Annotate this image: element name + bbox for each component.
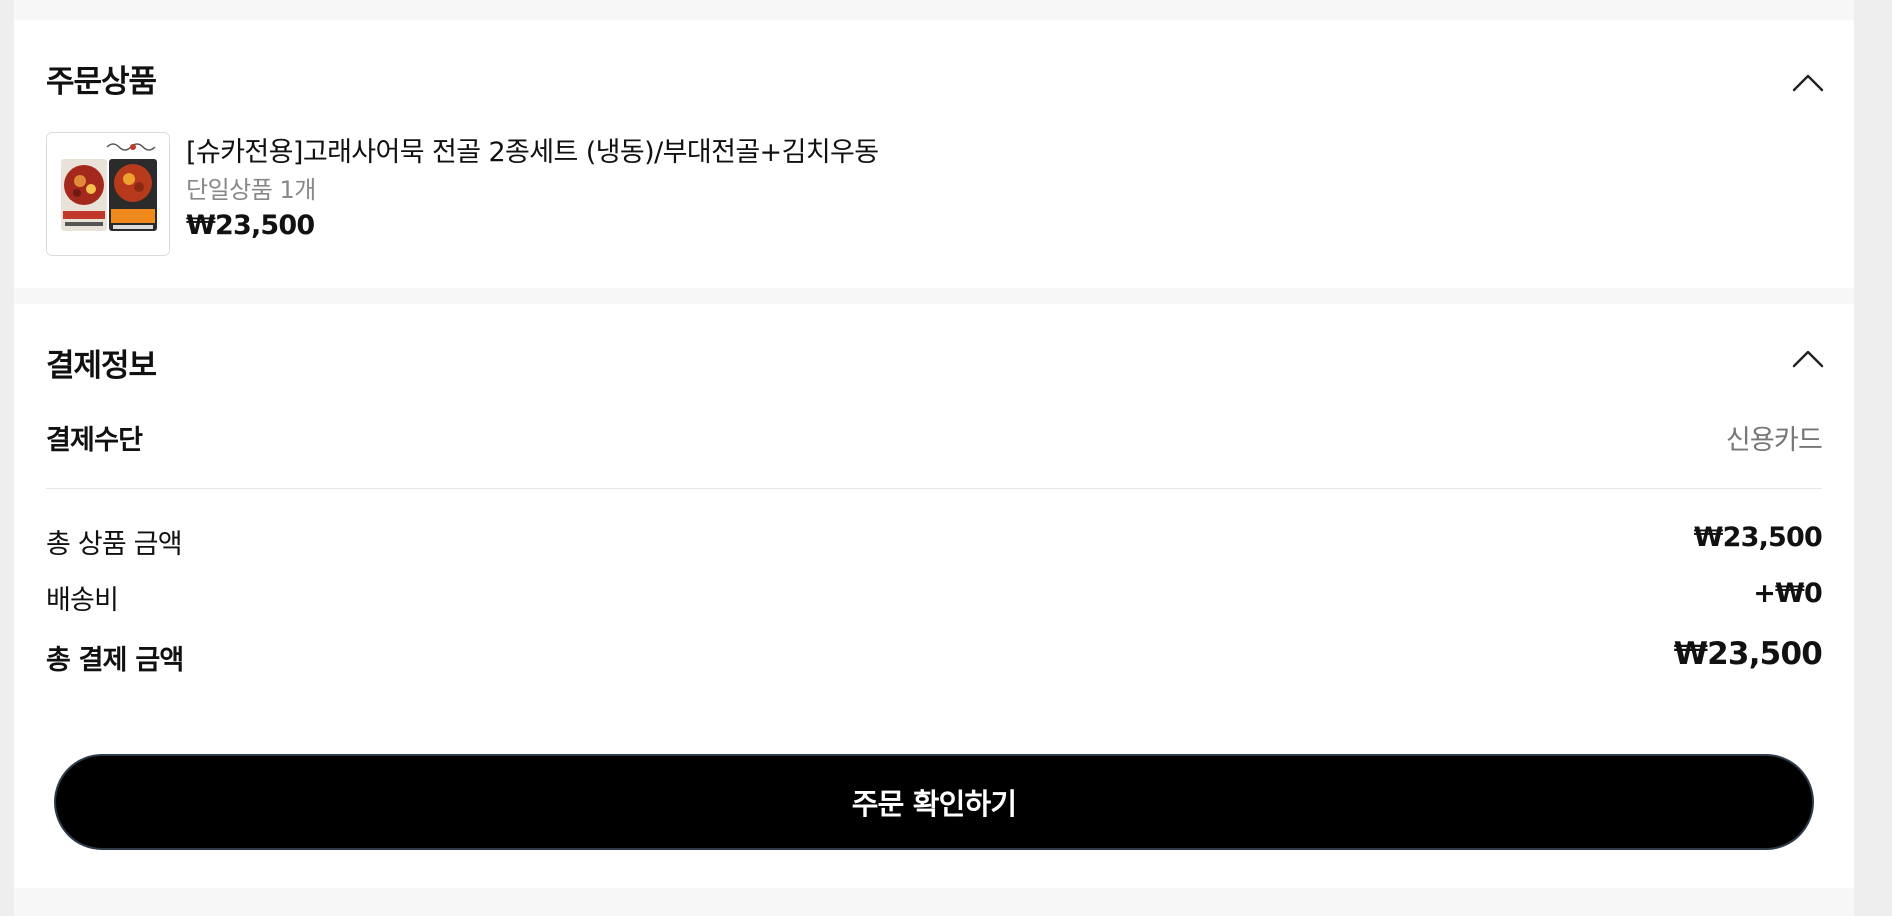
product-thumbnail[interactable] <box>46 132 170 256</box>
product-image-icon <box>47 133 169 255</box>
payment-info-title: 결제정보 <box>46 348 157 384</box>
checkout-page: 주문상품 [슈카전용]고래사어묵 전골 2종세트 (냉동)/부대전골+김치우동 … <box>14 0 1854 916</box>
chevron-up-icon[interactable] <box>1790 346 1826 370</box>
product-price: ₩23,500 <box>186 210 315 241</box>
divider <box>46 488 1822 489</box>
payment-method-label: 결제수단 <box>46 425 143 456</box>
subtotal-value: ₩23,500 <box>1693 522 1823 553</box>
shipping-value: +₩0 <box>1753 578 1823 609</box>
payment-method-value: 신용카드 <box>1725 425 1823 456</box>
total-value: ₩23,500 <box>1673 636 1823 672</box>
subtotal-label: 총 상품 금액 <box>46 529 183 560</box>
shipping-label: 배송비 <box>46 585 119 616</box>
total-label: 총 결제 금액 <box>46 645 184 676</box>
confirm-order-button[interactable]: 주문 확인하기 <box>54 754 1814 850</box>
order-items-section: 주문상품 [슈카전용]고래사어묵 전골 2종세트 (냉동)/부대전골+김치우동 … <box>14 20 1854 288</box>
product-name[interactable]: [슈카전용]고래사어묵 전골 2종세트 (냉동)/부대전골+김치우동 <box>186 130 879 169</box>
order-items-title: 주문상품 <box>46 64 157 100</box>
payment-info-section: 결제정보 결제수단 신용카드 총 상품 금액 ₩23,500 배송비 +₩0 총… <box>14 304 1854 888</box>
product-option: 단일상품 1개 <box>186 176 316 204</box>
chevron-up-icon[interactable] <box>1790 70 1826 94</box>
confirm-order-label: 주문 확인하기 <box>851 787 1017 821</box>
